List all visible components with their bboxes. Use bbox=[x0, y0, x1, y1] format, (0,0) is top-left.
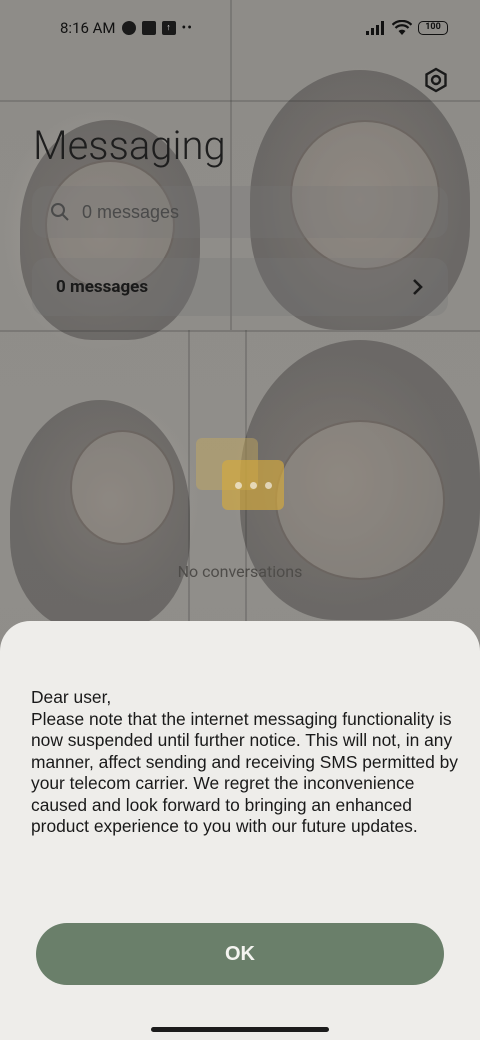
status-bar: 8:16 AM ↑ •• 100 bbox=[0, 0, 480, 56]
home-indicator[interactable] bbox=[151, 1027, 329, 1032]
empty-state-text: No conversations bbox=[177, 562, 303, 581]
search-icon bbox=[51, 203, 69, 221]
settings-button[interactable] bbox=[420, 64, 452, 96]
notice-bottom-sheet: Dear user, Please note that the internet… bbox=[0, 621, 480, 1040]
search-input[interactable] bbox=[82, 201, 402, 223]
page-title: Messaging bbox=[33, 122, 226, 169]
more-dots-icon: •• bbox=[181, 20, 193, 36]
ok-button[interactable]: OK bbox=[36, 923, 444, 985]
notice-message: Dear user, Please note that the internet… bbox=[31, 687, 458, 836]
data-saver-icon bbox=[121, 21, 136, 35]
gear-icon bbox=[425, 67, 447, 93]
empty-conversations-illustration bbox=[196, 438, 286, 518]
signal-icon bbox=[366, 21, 384, 35]
square-icon bbox=[141, 21, 156, 35]
status-time: 8:16 AM bbox=[60, 19, 116, 37]
upload-icon: ↑ bbox=[161, 21, 176, 35]
search-bar[interactable] bbox=[32, 186, 448, 238]
chevron-right-icon bbox=[413, 279, 423, 295]
messages-summary-row[interactable]: 0 messages bbox=[32, 258, 448, 316]
messages-count-label: 0 messages bbox=[56, 277, 149, 297]
battery-icon: 100 bbox=[418, 21, 448, 35]
wifi-icon bbox=[392, 20, 412, 35]
